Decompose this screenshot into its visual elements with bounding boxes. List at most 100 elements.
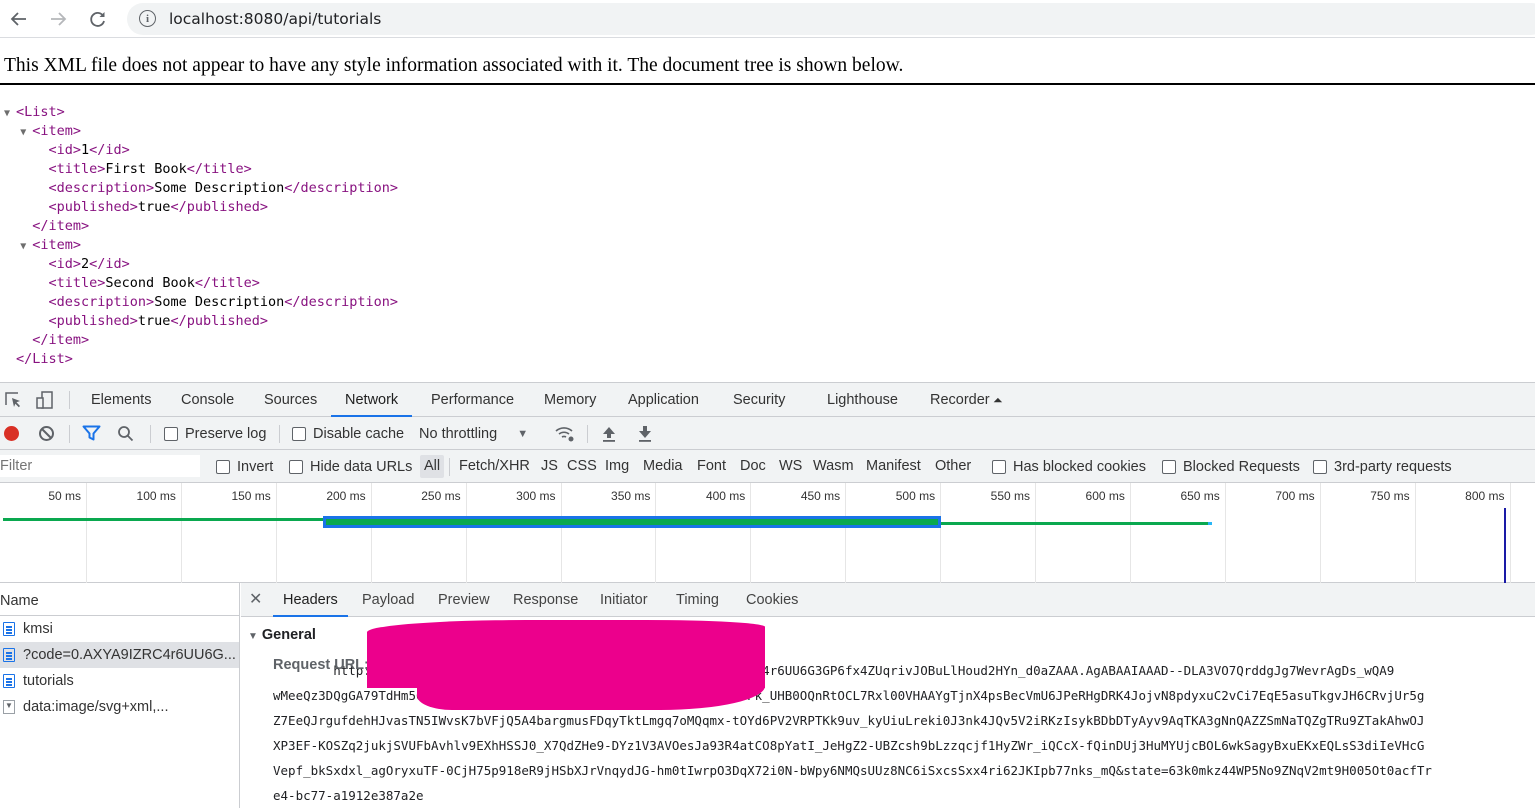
general-section-title: General (261, 627, 316, 643)
timeline-request-line-1 (3, 518, 323, 521)
timeline-tick-label: 750 ms (1370, 489, 1410, 503)
invert-label: Invert (237, 458, 274, 475)
export-har-button[interactable] (637, 417, 653, 450)
request-row[interactable]: kmsi (0, 616, 239, 642)
xml-open-tag: <title> (48, 161, 106, 177)
timeline-tick-label: 350 ms (611, 489, 651, 503)
throttling-select[interactable]: No throttling ▼ (419, 417, 528, 450)
inspect-element-icon[interactable] (3, 389, 25, 411)
xml-line: <title>First Book</title> (4, 160, 398, 179)
has-blocked-cookies-checkbox[interactable]: Has blocked cookies (992, 450, 1146, 483)
filter-toggle-button[interactable] (82, 417, 101, 450)
details-tab-preview[interactable]: Preview (428, 583, 500, 617)
general-section-toggle[interactable]: ▼ General (248, 627, 316, 643)
fold-toggle-icon[interactable]: ▼ (20, 123, 32, 142)
blocked-requests-checkbox[interactable]: Blocked Requests (1162, 450, 1300, 483)
xml-line: </List> (4, 350, 398, 369)
invert-checkbox[interactable]: Invert (216, 450, 273, 483)
reload-icon (90, 12, 105, 27)
timeline-tick-label: 300 ms (516, 489, 556, 503)
wifi-settings-icon (555, 426, 574, 441)
devtools-tab-lighthouse[interactable]: Lighthouse (817, 383, 908, 417)
type-filter-img[interactable]: Img (605, 450, 629, 483)
document-icon (3, 622, 15, 636)
address-bar[interactable]: i localhost:8080/api/tutorials (127, 3, 1535, 35)
type-filter-ws[interactable]: WS (779, 450, 802, 483)
type-filter-doc[interactable]: Doc (740, 450, 766, 483)
tab-label: Network (345, 392, 399, 408)
record-button[interactable] (4, 417, 19, 450)
details-tab-timing[interactable]: Timing (666, 583, 729, 617)
request-name: kmsi (23, 621, 53, 637)
network-conditions-button[interactable] (554, 417, 576, 450)
xml-line: <published>true</published> (4, 312, 398, 331)
browser-toolbar: i localhost:8080/api/tutorials (0, 0, 1535, 38)
type-filter-wasm[interactable]: Wasm (813, 450, 854, 483)
devtools-tab-performance[interactable]: Performance (421, 383, 524, 417)
xml-open-tag: <title> (48, 275, 106, 291)
back-button[interactable] (6, 6, 32, 32)
devtools-tab-security[interactable]: Security (723, 383, 795, 417)
url-text[interactable]: localhost:8080/api/tutorials (169, 10, 381, 28)
search-button[interactable] (117, 417, 134, 450)
device-toolbar-icon[interactable] (34, 389, 56, 411)
hide-data-urls-checkbox[interactable]: Hide data URLs (289, 450, 412, 483)
request-name: data:image/svg+xml,... (23, 699, 169, 715)
devtools-panel: Elements Console Sources Network Performance… (0, 382, 1535, 808)
type-filter-fetch-xhr[interactable]: Fetch/XHR (459, 450, 530, 483)
preserve-log-checkbox[interactable]: Preserve log (164, 417, 266, 450)
timeline-gridline (750, 483, 752, 583)
import-har-button[interactable] (601, 417, 617, 450)
third-party-requests-label: 3rd-party requests (1334, 458, 1452, 475)
request-row[interactable]: ?code=0.AXYA9IZRC4r6UU6G... (0, 642, 239, 668)
devtools-tab-recorder[interactable]: Recorder ⏶ (920, 383, 1013, 417)
type-filter-js[interactable]: JS (541, 450, 558, 483)
request-url-label: Request URL: (273, 657, 369, 673)
filter-icon (82, 425, 101, 441)
details-tab-initiator[interactable]: Initiator (590, 583, 658, 617)
timeline-selection-bar[interactable] (323, 516, 941, 528)
devtools-tab-network[interactable]: Network (331, 383, 413, 417)
timeline-tick-label: 100 ms (136, 489, 176, 503)
third-party-requests-checkbox[interactable]: 3rd-party requests (1313, 450, 1452, 483)
separator (587, 425, 588, 443)
request-row[interactable]: ▼ data:image/svg+xml,... (0, 694, 239, 720)
xml-text-value: true (137, 313, 171, 329)
xml-line: <id>1</id> (4, 141, 398, 160)
type-filter-other[interactable]: Other (935, 450, 971, 483)
request-row[interactable]: tutorials (0, 668, 239, 694)
type-filter-css[interactable]: CSS (567, 450, 597, 483)
network-toolbar: Preserve log Disable cache No throttling… (0, 417, 1535, 450)
type-filter-font[interactable]: Font (697, 450, 726, 483)
timeline-tick-label: 250 ms (421, 489, 461, 503)
disable-cache-checkbox[interactable]: Disable cache (292, 417, 404, 450)
xml-open-tag: </item> (32, 332, 90, 348)
forward-button[interactable] (45, 6, 71, 32)
request-list-panel: Name kmsi ?code=0.AXYA9IZRC4r6UU6G... tuto… (0, 583, 240, 808)
devtools-tab-elements[interactable]: Elements (81, 383, 161, 417)
details-tab-headers[interactable]: Headers (273, 583, 348, 617)
name-column-header[interactable]: Name (0, 583, 239, 616)
separator (150, 425, 151, 443)
devtools-tab-memory[interactable]: Memory (534, 383, 606, 417)
details-tab-cookies[interactable]: Cookies (736, 583, 808, 617)
separator (449, 458, 450, 476)
type-filter-media[interactable]: Media (643, 450, 683, 483)
fold-toggle-icon[interactable]: ▼ (20, 237, 32, 256)
clear-button[interactable] (38, 417, 55, 450)
type-filter-all[interactable]: All (420, 455, 445, 478)
fold-toggle-icon[interactable]: ▼ (4, 104, 16, 123)
devtools-tab-console[interactable]: Console (171, 383, 244, 417)
devtools-tab-sources[interactable]: Sources (254, 383, 327, 417)
close-details-button[interactable]: ✕ (249, 583, 262, 617)
filter-input[interactable] (0, 455, 200, 477)
devtools-tab-application[interactable]: Application (618, 383, 709, 417)
type-filter-manifest[interactable]: Manifest (866, 450, 921, 483)
request-url-line: e4-bc77-a1912e387a2e (273, 788, 424, 803)
reload-button[interactable] (85, 6, 111, 32)
info-icon[interactable]: i (139, 10, 156, 27)
details-tab-payload[interactable]: Payload (352, 583, 424, 617)
network-overview-timeline[interactable]: 50 ms 100 ms 150 ms 200 ms 250 ms 300 ms 350 m… (0, 483, 1535, 583)
details-tab-response[interactable]: Response (503, 583, 588, 617)
timeline-gridline (560, 483, 562, 583)
